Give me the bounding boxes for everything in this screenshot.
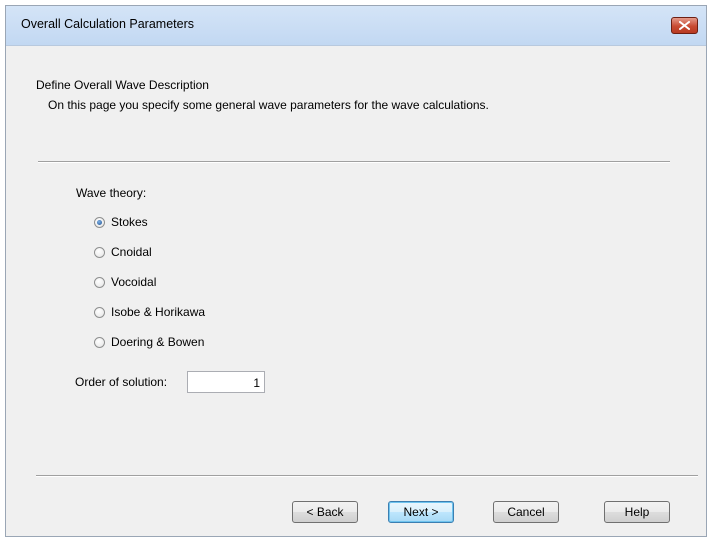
radio-vocoidal[interactable]: Vocoidal (94, 275, 156, 289)
radio-stokes[interactable]: Stokes (94, 215, 148, 229)
title-bar[interactable]: Overall Calculation Parameters (6, 6, 706, 46)
dialog-content: Define Overall Wave Description On this … (6, 46, 706, 536)
radio-button-icon[interactable] (94, 306, 105, 318)
radio-isobe-horikawa[interactable]: Isobe & Horikawa (94, 305, 205, 319)
radio-label: Doering & Bowen (111, 335, 205, 349)
wave-theory-label: Wave theory: (76, 186, 147, 200)
footer-separator (36, 475, 698, 477)
dialog-window: Overall Calculation Parameters Define Ov… (5, 5, 707, 537)
radio-doering-bowen[interactable]: Doering & Bowen (94, 335, 204, 349)
page-description: On this page you specify some general wa… (48, 98, 489, 112)
header-separator (38, 161, 670, 163)
radio-button-icon[interactable] (94, 276, 105, 288)
radio-label: Stokes (111, 215, 148, 229)
radio-button-checked-icon[interactable] (94, 216, 105, 228)
order-of-solution-label: Order of solution: (75, 375, 168, 389)
radio-cnoidal[interactable]: Cnoidal (94, 245, 152, 259)
radio-label: Isobe & Horikawa (111, 305, 206, 319)
cancel-button[interactable]: Cancel (493, 501, 559, 523)
order-of-solution-input[interactable]: 1 (187, 371, 265, 393)
help-button[interactable]: Help (604, 501, 670, 523)
page-heading: Define Overall Wave Description (36, 78, 209, 92)
window-title: Overall Calculation Parameters (21, 17, 194, 31)
back-button[interactable]: < Back (292, 501, 358, 523)
radio-label: Vocoidal (111, 275, 157, 289)
next-button[interactable]: Next > (388, 501, 454, 523)
close-button[interactable] (671, 17, 698, 34)
close-icon (679, 21, 690, 30)
radio-button-icon[interactable] (94, 246, 105, 258)
radio-label: Cnoidal (111, 245, 152, 259)
radio-button-icon[interactable] (94, 336, 105, 348)
